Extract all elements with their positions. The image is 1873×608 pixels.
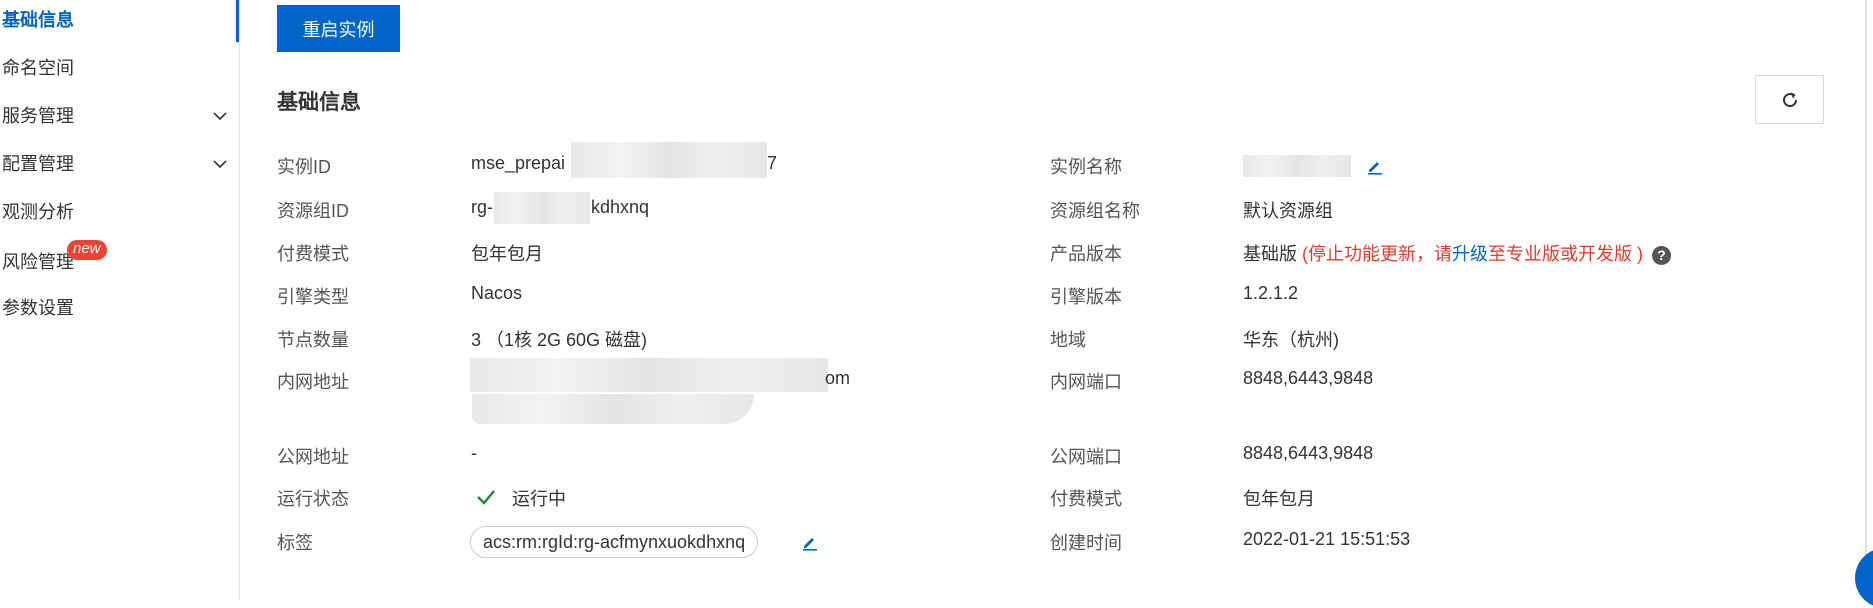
restart-instance-button[interactable]: 重启实例: [277, 5, 400, 52]
upgrade-link[interactable]: 升级: [1452, 244, 1488, 264]
instance-id-suffix: 7: [767, 153, 778, 173]
public-port-value: 8848,6443,9848: [1243, 443, 1374, 463]
edit-tags-icon[interactable]: [801, 533, 819, 551]
redacted-mask: [470, 358, 828, 392]
billing-mode-label: 付费模式: [277, 244, 349, 264]
internal-address-label: 内网地址: [277, 372, 349, 392]
created-time-value: 2022-01-21 15:51:53: [1243, 529, 1411, 549]
node-count-value: 3 （1核 2G 60G 磁盘): [471, 330, 648, 350]
sidebar-item-label: 参数设置: [2, 298, 74, 318]
sidebar-item-risk-management[interactable]: 风险管理: [2, 248, 228, 276]
sidebar-item-config-management[interactable]: 配置管理: [2, 150, 228, 178]
engine-version-label: 引擎版本: [1050, 287, 1122, 307]
resource-group-name-label: 资源组名称: [1050, 201, 1140, 221]
instance-id-label: 实例ID: [277, 157, 331, 177]
resource-group-name-value: 默认资源组: [1243, 201, 1333, 221]
internal-address-suffix: om: [825, 368, 851, 388]
refresh-button[interactable]: [1755, 75, 1824, 124]
region-value: 华东（杭州): [1243, 330, 1339, 350]
resource-group-id-label: 资源组ID: [277, 201, 349, 221]
public-address-value: -: [471, 443, 477, 463]
engine-type-label: 引擎类型: [277, 287, 349, 307]
new-badge: new: [67, 240, 107, 260]
billing-mode-label-2: 付费模式: [1050, 489, 1122, 509]
sidebar-item-label: 命名空间: [2, 58, 74, 78]
sidebar-item-observability[interactable]: 观测分析: [2, 198, 228, 226]
sidebar-item-label: 配置管理: [2, 154, 74, 174]
sidebar-item-service-management[interactable]: 服务管理: [2, 102, 228, 130]
product-version-label: 产品版本: [1050, 244, 1122, 264]
scrollbar[interactable]: [1865, 0, 1867, 600]
sidebar-item-basic-info[interactable]: 基础信息: [2, 6, 228, 34]
upgrade-warning-suffix: 至专业版或开发版 ): [1488, 244, 1644, 264]
sidebar-item-label: 风险管理: [2, 252, 74, 272]
instance-id-value: mse_prepai: [471, 153, 565, 174]
check-icon: [477, 490, 495, 505]
resource-group-id-suffix: kdhxnq: [591, 197, 650, 217]
redacted-mask: [1243, 155, 1351, 177]
engine-type-value: Nacos: [471, 283, 523, 303]
sidebar-item-label: 服务管理: [2, 106, 74, 126]
instance-id-prefix: mse_prepai: [471, 153, 566, 173]
sidebar: 基础信息 命名空间 服务管理 配置管理 观测分析 风险管理 new 参数设置: [0, 0, 240, 600]
product-version-text: 基础版: [1243, 244, 1297, 264]
public-port-label: 公网端口: [1050, 447, 1122, 467]
redacted-mask: [494, 192, 590, 224]
product-version-value: 基础版 (停止功能更新，请升级至专业版或开发版 ) ?: [1243, 240, 1672, 266]
upgrade-warning-prefix: (停止功能更新，请: [1302, 244, 1453, 264]
engine-version-value: 1.2.1.2: [1243, 283, 1299, 303]
help-icon[interactable]: ?: [1652, 245, 1672, 265]
billing-mode-value: 包年包月: [471, 244, 543, 264]
redacted-mask: [571, 142, 767, 178]
internal-port-label: 内网端口: [1050, 372, 1122, 392]
sidebar-item-parameters[interactable]: 参数设置: [2, 294, 228, 322]
region-label: 地域: [1050, 330, 1086, 350]
floating-assistant-button[interactable]: [1855, 548, 1873, 608]
active-indicator: [236, 0, 239, 42]
run-status-label: 运行状态: [277, 489, 349, 509]
tag-chip: acs:rm:rgId:rg-acfmynxuokdhxnq: [470, 526, 759, 558]
redacted-mask: [472, 394, 754, 424]
billing-mode-value-2: 包年包月: [1243, 489, 1315, 509]
tags-label: 标签: [277, 533, 313, 553]
chevron-down-icon: [213, 160, 227, 169]
section-title: 基础信息: [277, 91, 361, 114]
refresh-icon: [1783, 92, 1798, 108]
node-count-label: 节点数量: [277, 330, 349, 350]
resource-group-id-prefix: rg-: [471, 197, 493, 217]
sidebar-item-namespace[interactable]: 命名空间: [2, 54, 228, 82]
chevron-down-icon: [213, 112, 227, 121]
sidebar-item-label: 基础信息: [2, 10, 74, 30]
created-time-label: 创建时间: [1050, 533, 1122, 553]
public-address-label: 公网地址: [277, 447, 349, 467]
edit-name-icon[interactable]: [1366, 157, 1384, 175]
instance-name-label: 实例名称: [1050, 157, 1122, 177]
sidebar-item-label: 观测分析: [2, 202, 74, 222]
run-status-value: 运行中: [512, 489, 566, 509]
internal-port-value: 8848,6443,9848: [1243, 368, 1374, 388]
